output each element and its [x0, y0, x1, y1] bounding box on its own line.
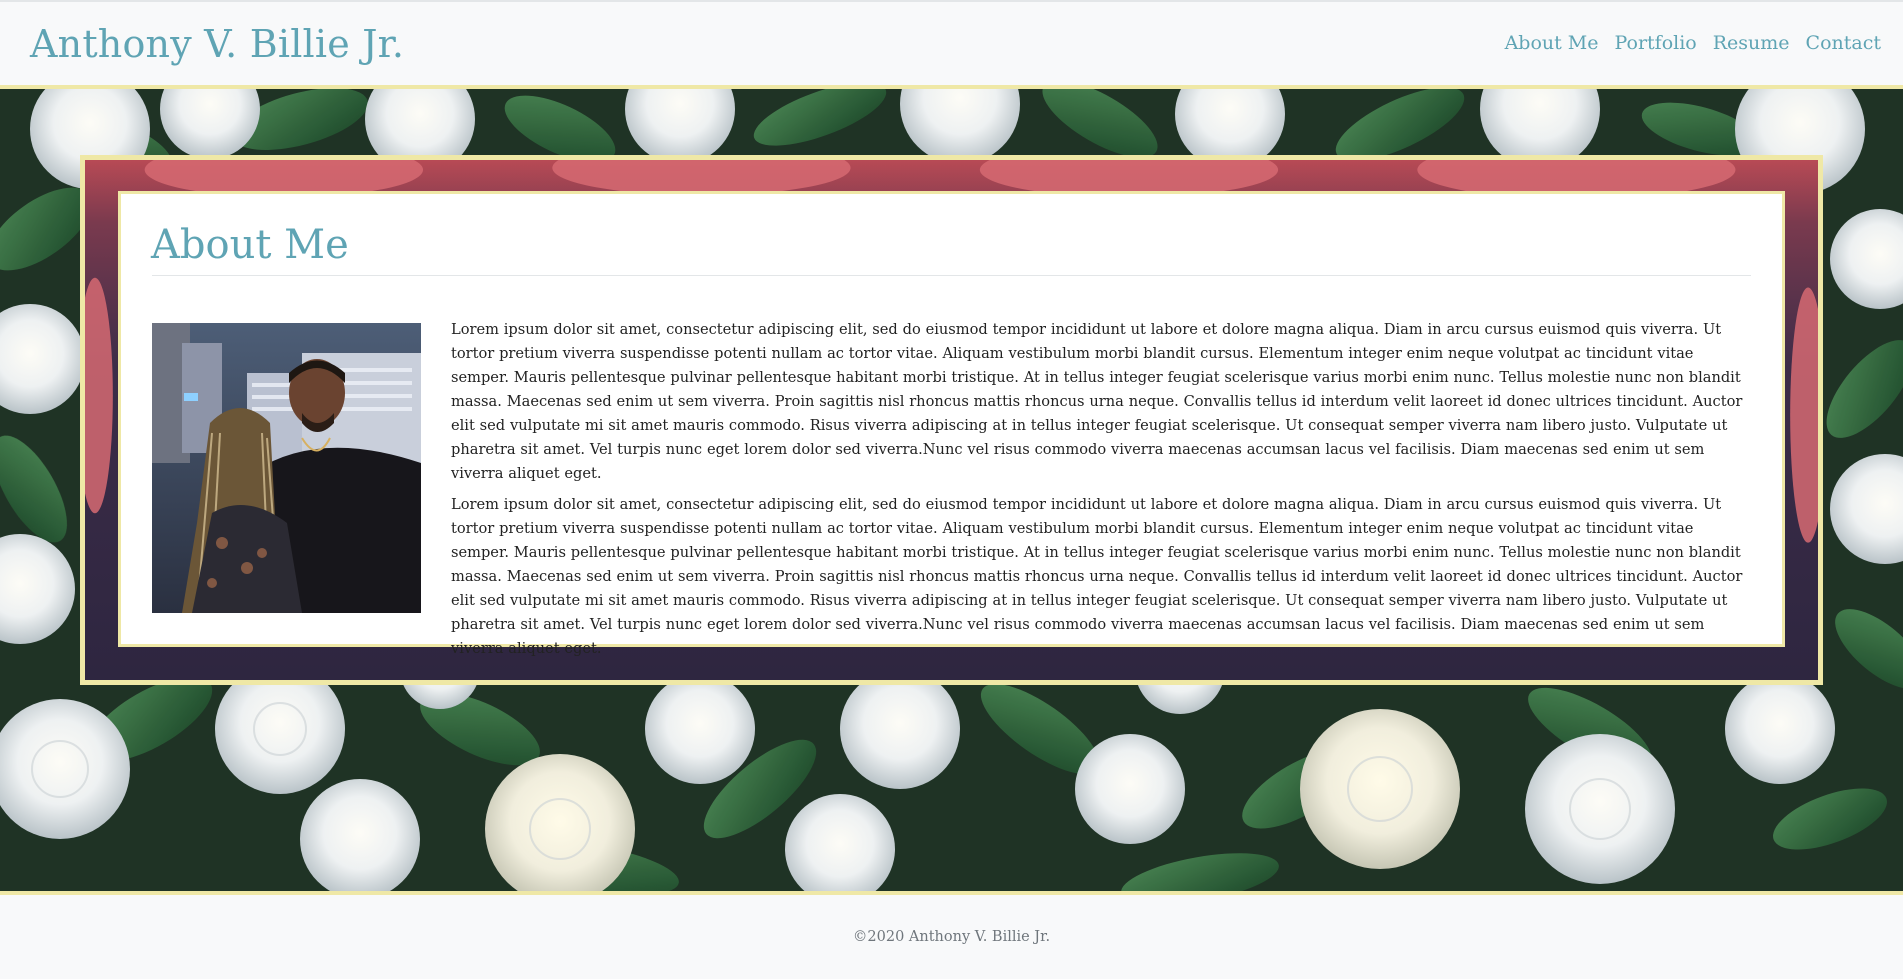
- nav-contact[interactable]: Contact: [1806, 32, 1881, 54]
- about-text: Lorem ipsum dolor sit amet, consectetur …: [451, 318, 1756, 668]
- brand-link[interactable]: Anthony V. Billie Jr.: [30, 22, 404, 66]
- title-divider: [152, 275, 1751, 276]
- site-header: Anthony V. Billie Jr. About Me Portfolio…: [0, 0, 1903, 89]
- nav-portfolio[interactable]: Portfolio: [1615, 32, 1697, 54]
- main-nav: About Me Portfolio Resume Contact: [1505, 32, 1881, 54]
- nav-resume[interactable]: Resume: [1713, 32, 1790, 54]
- about-paragraph-2: Lorem ipsum dolor sit amet, consectetur …: [451, 496, 1743, 657]
- about-title: About Me: [151, 222, 349, 268]
- site-footer: ©2020 Anthony V. Billie Jr.: [0, 891, 1903, 979]
- about-paragraph-1: Lorem ipsum dolor sit amet, consectetur …: [451, 321, 1743, 482]
- couple-photo: [152, 323, 421, 613]
- nav-about-me[interactable]: About Me: [1505, 32, 1599, 54]
- about-card: About Me Lorem ipsum dolor sit amet, con…: [118, 191, 1785, 657]
- copyright-text: ©2020 Anthony V. Billie Jr.: [852, 929, 1051, 945]
